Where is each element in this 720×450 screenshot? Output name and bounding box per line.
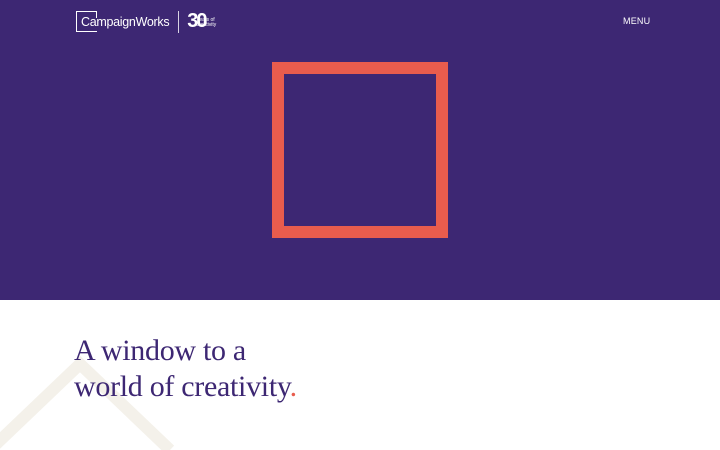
headline: A window to a world of creativity. [74, 333, 297, 405]
site-logo[interactable]: CampaignWorks 30 Years of creativity [76, 10, 221, 33]
headline-line-2: world of creativity [74, 370, 290, 403]
hero-square-graphic [272, 62, 448, 238]
anniversary-badge: 30 Years of creativity [187, 10, 220, 33]
headline-line-1: A window to a [74, 334, 246, 367]
brand-name: CampaignWorks [81, 14, 170, 29]
menu-button[interactable]: MENU [623, 16, 650, 26]
hero-banner: CampaignWorks 30 Years of creativity MEN… [0, 0, 720, 300]
brand-wordmark: CampaignWorks [76, 10, 170, 33]
anniversary-text: Years of creativity [196, 16, 217, 28]
logo-divider [178, 10, 180, 33]
headline-period: . [289, 370, 298, 403]
